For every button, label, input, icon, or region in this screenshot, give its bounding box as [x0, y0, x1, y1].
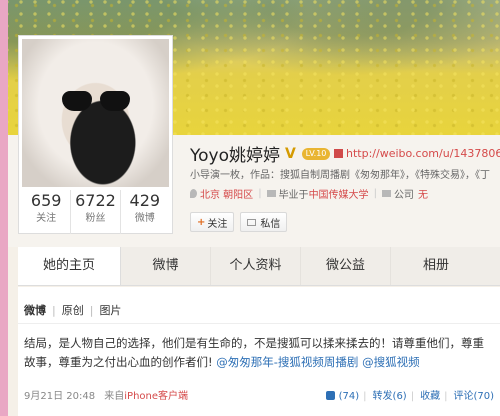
post-source-link[interactable]: iPhone客户端: [124, 391, 188, 402]
profile-meta: 北京 朝阳区 | 毕业于 中国传媒大学 | 公司 无: [190, 186, 428, 201]
company-value[interactable]: 无: [418, 186, 428, 201]
profile-url-link[interactable]: http://weibo.com/u/1437806155: [346, 147, 500, 160]
profile-stats: 659 关注 6722 粉丝 429 微博: [22, 190, 169, 234]
stat-followers-label: 粉丝: [85, 213, 106, 224]
filter-photos[interactable]: 图片: [99, 304, 121, 317]
stat-followers[interactable]: 6722 粉丝: [71, 190, 121, 234]
favorite-button[interactable]: 收藏: [420, 391, 440, 402]
plus-icon: +: [197, 216, 206, 228]
education-icon: [266, 190, 276, 197]
post-actions: (74) | 转发(6) | 收藏 | 评论(70): [322, 387, 494, 402]
tab-charity[interactable]: 微公益: [301, 247, 391, 285]
stat-posts-label: 微博: [134, 213, 155, 224]
profile-name: Yoyo姚婷婷: [190, 146, 280, 166]
level-badge[interactable]: LV.10: [302, 147, 330, 160]
message-button[interactable]: 私信: [240, 212, 288, 232]
feed-panel: 微博 | 原创 | 图片 结局，是人物自己的选择，他们是有生命的，不是搜狐可以揉来揉去的…: [18, 287, 500, 416]
post-footer: 9月21日 20:48 来自iPhone客户端 (74) | 转发(6) | 收藏 | 评论…: [24, 387, 494, 402]
post-source-prefix: 来自: [104, 391, 125, 402]
message-button-label: 私信: [260, 218, 281, 230]
location-link[interactable]: 北京 朝阳区: [200, 186, 253, 201]
mail-icon: [247, 218, 257, 226]
post-mention-link[interactable]: @搜狐视频: [362, 355, 420, 369]
verified-v-icon[interactable]: V: [285, 147, 299, 161]
like-button[interactable]: (74): [324, 391, 360, 402]
follow-button[interactable]: + 关注: [190, 212, 235, 232]
avatar-sunglasses: [62, 91, 132, 113]
filter-weibo[interactable]: 微博: [24, 304, 46, 317]
stat-posts[interactable]: 429 微博: [121, 190, 169, 234]
profile-name-row: Yoyo姚婷婷 V LV.10 http://weibo.com/u/14378…: [190, 141, 500, 166]
like-count: (74): [338, 391, 360, 402]
tab-home[interactable]: 她的主页: [18, 247, 121, 285]
profile-description: 小导演一枚，作品：搜狐自制周播剧《匆匆那年》，《特殊交易》，《丁: [190, 170, 490, 181]
post-time[interactable]: 9月21日 20:48: [24, 391, 95, 402]
company-icon: [381, 190, 391, 197]
post-content: 结局，是人物自己的选择，他们是有生命的，不是搜狐可以揉来揉去的！请尊重他们，尊重…: [18, 324, 492, 372]
location-icon: [190, 189, 197, 198]
stat-following-label: 关注: [36, 213, 57, 224]
follow-button-label: 关注: [207, 218, 228, 230]
repost-button[interactable]: 转发(6): [373, 391, 407, 402]
avatar-card: 659 关注 6722 粉丝 429 微博: [18, 35, 173, 234]
stat-followers-count: 6722: [75, 191, 116, 210]
feed-filter-tabs: 微博 | 原创 | 图片: [24, 304, 122, 317]
thumbs-up-icon: [325, 391, 335, 400]
profile-actions: + 关注 私信: [190, 212, 288, 232]
left-side-strip: [0, 0, 8, 416]
post-mention-link[interactable]: @匆匆那年-搜狐视频周播剧: [216, 355, 358, 369]
profile-page: 659 关注 6722 粉丝 429 微博 Yoyo姚婷婷 V LV.10 ht…: [0, 0, 500, 416]
stat-following-count: 659: [30, 191, 62, 210]
comment-button[interactable]: 评论(70): [453, 391, 494, 402]
profile-tabs: 她的主页 微博 个人资料 微公益 相册: [18, 247, 500, 286]
tab-weibo[interactable]: 微博: [121, 247, 211, 285]
stat-following[interactable]: 659 关注: [22, 190, 72, 234]
stat-posts-count: 429: [129, 191, 161, 210]
filter-original[interactable]: 原创: [62, 304, 84, 317]
education-school-link[interactable]: 中国传媒大学: [309, 186, 369, 201]
tab-profile-info[interactable]: 个人资料: [211, 247, 301, 285]
company-prefix: 公司: [393, 190, 414, 201]
tab-album[interactable]: 相册: [391, 247, 481, 285]
avatar[interactable]: [22, 39, 169, 187]
education-prefix: 毕业于: [278, 190, 309, 201]
homepage-icon: [334, 149, 343, 158]
